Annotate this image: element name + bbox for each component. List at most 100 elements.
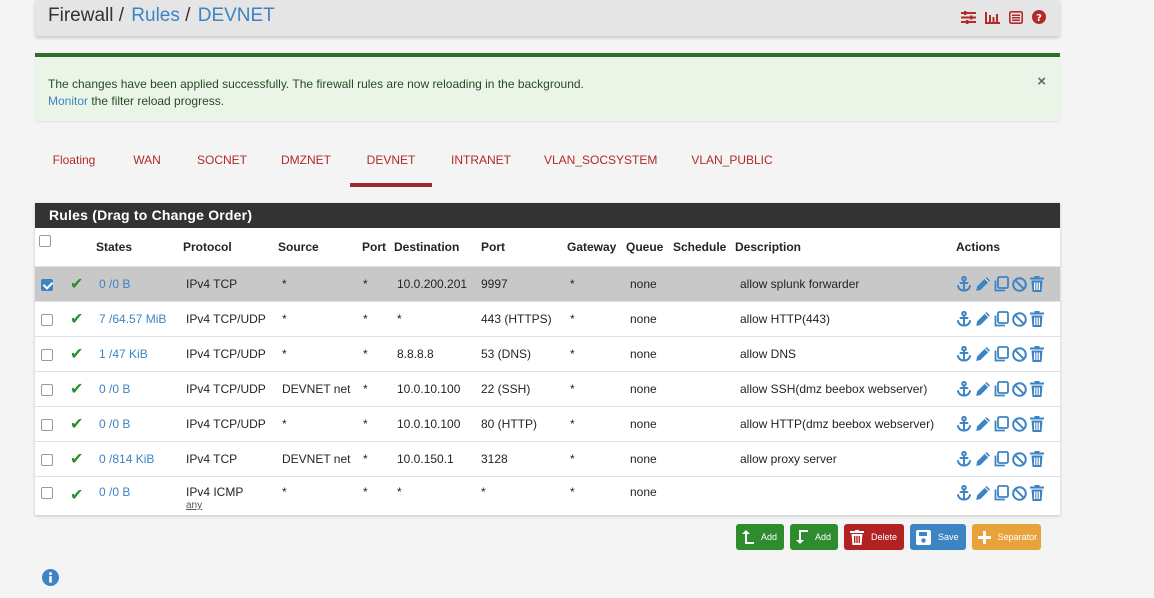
edit-icon[interactable] (975, 276, 991, 292)
copy-icon[interactable] (994, 311, 1009, 327)
bar-chart-icon[interactable] (985, 11, 1000, 24)
copy-icon[interactable] (994, 276, 1009, 292)
states-link[interactable]: 7 /64.57 MiB (99, 312, 166, 326)
protocol-cell: IPv4 TCP/UDP (182, 301, 277, 337)
tab-socnet[interactable]: SOCNET (197, 147, 247, 183)
row-status-cell: ✔ (70, 301, 94, 337)
pass-check-icon: ✔ (70, 276, 84, 293)
disable-icon[interactable] (1012, 276, 1027, 292)
column-header-schedule[interactable]: Schedule (673, 228, 735, 267)
add-rule-top-button[interactable]: Add (736, 524, 785, 550)
edit-icon[interactable] (975, 416, 991, 432)
edit-icon[interactable] (975, 346, 991, 362)
row-checkbox[interactable] (41, 278, 53, 291)
queue-cell: none (626, 406, 673, 442)
add-rule-bottom-button[interactable]: Add (790, 524, 839, 550)
delete-icon[interactable] (1030, 451, 1044, 467)
column-header-states[interactable]: States (94, 228, 182, 267)
row-checkbox[interactable] (41, 348, 53, 361)
row-status-cell: ✔ (70, 266, 94, 302)
states-link[interactable]: 0 /0 B (99, 417, 130, 431)
column-header-destination[interactable]: Destination (393, 228, 480, 267)
schedule-cell (673, 266, 735, 302)
table-row[interactable]: ✔ 0 /0 B IPv4 ICMP any * * * * * none (35, 476, 1060, 529)
copy-icon[interactable] (994, 381, 1009, 397)
states-link[interactable]: 0 /814 KiB (99, 452, 154, 466)
tab-wan[interactable]: WAN (132, 147, 162, 183)
info-icon[interactable] (42, 569, 59, 591)
rules-table-body: ✔ 0 /0 B IPv4 TCP * * 10.0.200.201 9997 * none al… (35, 266, 1060, 529)
states-link[interactable]: 1 /47 KiB (99, 347, 148, 361)
column-header-queue[interactable]: Queue (626, 228, 673, 267)
row-checkbox[interactable] (41, 313, 53, 326)
tab-vlan-public[interactable]: VLAN_PUBLIC (691, 147, 773, 183)
column-header-gateway[interactable]: Gateway (567, 228, 626, 267)
anchor-icon[interactable] (956, 485, 972, 501)
save-button[interactable]: Save (910, 524, 966, 550)
row-select-cell (35, 266, 70, 302)
disable-icon[interactable] (1012, 451, 1027, 467)
table-row[interactable]: ✔ 0 /814 KiB IPv4 TCP DEVNET net * 10.0.150.1… (35, 441, 1060, 477)
table-row[interactable]: ✔ 1 /47 KiB IPv4 TCP/UDP * * 8.8.8.8 53 (DNS) *… (35, 336, 1060, 372)
column-header-description[interactable]: Description (735, 228, 954, 267)
anchor-icon[interactable] (956, 311, 972, 327)
delete-icon[interactable] (1030, 416, 1044, 432)
destination-port-cell: 22 (SSH) (480, 371, 567, 407)
delete-icon[interactable] (1030, 311, 1044, 327)
table-row[interactable]: ✔ 0 /0 B IPv4 TCP * * 10.0.200.201 9997 * none al… (35, 266, 1060, 302)
table-row[interactable]: ✔ 0 /0 B IPv4 TCP/UDP * * 10.0.10.100 80 (HTTP… (35, 406, 1060, 442)
table-row[interactable]: ✔ 0 /0 B IPv4 TCP/UDP DEVNET net * 10.0.10.10… (35, 371, 1060, 407)
edit-icon[interactable] (975, 485, 991, 501)
select-all-checkbox[interactable] (39, 234, 51, 247)
copy-icon[interactable] (994, 451, 1009, 467)
states-link[interactable]: 0 /0 B (99, 485, 130, 499)
delete-icon[interactable] (1030, 276, 1044, 292)
destination-cell: 10.0.200.201 (393, 266, 480, 302)
copy-icon[interactable] (994, 346, 1009, 362)
states-link[interactable]: 0 /0 B (99, 277, 130, 291)
table-row[interactable]: ✔ 7 /64.57 MiB IPv4 TCP/UDP * * * 443 (HTTPS) *… (35, 301, 1060, 337)
list-icon[interactable] (1009, 10, 1023, 24)
icmp-type-link[interactable]: any (186, 500, 277, 511)
column-header-destination-port[interactable]: Port (480, 228, 567, 267)
anchor-icon[interactable] (956, 346, 972, 362)
tab-vlan-socsystem[interactable]: VLAN_SOCSYSTEM (544, 147, 657, 183)
edit-icon[interactable] (975, 451, 991, 467)
monitor-link[interactable]: Monitor (48, 94, 88, 108)
column-header-source-port[interactable]: Port (359, 228, 393, 267)
anchor-icon[interactable] (956, 416, 972, 432)
disable-icon[interactable] (1012, 485, 1027, 501)
disable-icon[interactable] (1012, 416, 1027, 432)
add-separator-button[interactable]: Separator (971, 524, 1042, 550)
tab-dmznet[interactable]: DMZNET (280, 147, 332, 183)
copy-icon[interactable] (994, 485, 1009, 501)
tab-intranet[interactable]: INTRANET (450, 147, 512, 183)
row-checkbox[interactable] (41, 453, 53, 466)
delete-icon[interactable] (1030, 381, 1044, 397)
disable-icon[interactable] (1012, 381, 1027, 397)
alert-close-button[interactable]: × (1037, 73, 1046, 90)
anchor-icon[interactable] (956, 381, 972, 397)
sliders-icon[interactable] (961, 10, 976, 24)
tab-floating[interactable]: Floating (51, 147, 97, 183)
edit-icon[interactable] (975, 311, 991, 327)
row-checkbox[interactable] (41, 418, 53, 431)
edit-icon[interactable] (975, 381, 991, 397)
disable-icon[interactable] (1012, 311, 1027, 327)
delete-icon[interactable] (1030, 485, 1044, 501)
column-header-protocol[interactable]: Protocol (182, 228, 277, 267)
disable-icon[interactable] (1012, 346, 1027, 362)
help-icon[interactable]: ? (1032, 10, 1046, 24)
delete-rules-button[interactable]: Delete (844, 524, 905, 550)
breadcrumb-rules-link[interactable]: Rules (131, 5, 180, 26)
column-header-source[interactable]: Source (277, 228, 359, 267)
anchor-icon[interactable] (956, 451, 972, 467)
anchor-icon[interactable] (956, 276, 972, 292)
copy-icon[interactable] (994, 416, 1009, 432)
states-link[interactable]: 0 /0 B (99, 382, 130, 396)
breadcrumb-devnet-link[interactable]: DEVNET (198, 5, 275, 26)
tab-devnet[interactable]: DEVNET (350, 147, 432, 187)
row-checkbox[interactable] (41, 486, 53, 499)
delete-icon[interactable] (1030, 346, 1044, 362)
row-checkbox[interactable] (41, 383, 53, 396)
